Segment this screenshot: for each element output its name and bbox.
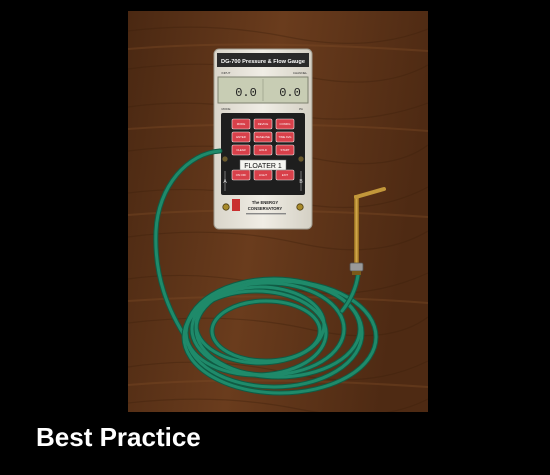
- port-b-fitting: [297, 155, 305, 163]
- key-label: START: [281, 148, 290, 152]
- keypad: MODE DEVICE CONFIG ENTER BASELINE TIME AVG CLE…: [231, 118, 295, 181]
- key-label: TIME AVG: [278, 135, 291, 139]
- key-label: ENTER: [236, 135, 245, 139]
- screw-bl: [222, 203, 230, 211]
- lcd-sub-left: MODE: [222, 107, 231, 111]
- pressure-gauge: DG-700 Pressure & Flow Gauge INPUT CHANN…: [213, 48, 313, 230]
- key-label: EXIT: [282, 173, 289, 177]
- photo: DG-700 Pressure & Flow Gauge INPUT CHANN…: [128, 11, 428, 412]
- key-label: LIGHT: [259, 173, 268, 177]
- key-label: CONFIG: [280, 122, 291, 126]
- slide: DG-700 Pressure & Flow Gauge INPUT CHANN…: [0, 0, 550, 475]
- port-a-fitting: [221, 155, 229, 163]
- lcd-reading-right: 0.0: [279, 86, 301, 100]
- label-strip: FLOATER 1: [244, 163, 282, 170]
- gauge-channel-b-header: CHANNEL: [293, 71, 308, 75]
- key-label: BASELINE: [256, 135, 270, 139]
- photo-illustration: DG-700 Pressure & Flow Gauge INPUT CHANN…: [128, 11, 428, 412]
- brand-line2: CONSERVATORY: [248, 206, 283, 211]
- lcd-reading-left: 0.0: [235, 86, 257, 100]
- brand-line1: The ENERGY: [252, 200, 278, 205]
- key-label: CLEAR: [236, 148, 245, 152]
- gauge-model-title: DG-700 Pressure & Flow Gauge: [221, 59, 305, 65]
- slide-caption: Best Practice: [36, 422, 201, 452]
- gauge-channel-a-header: INPUT: [222, 71, 231, 75]
- key-label: DEVICE: [258, 122, 269, 126]
- key-label: ON OFF: [236, 173, 247, 177]
- key-label: MODE: [237, 122, 246, 126]
- screw-br: [296, 203, 304, 211]
- lcd-sub-right: PA: [299, 107, 303, 111]
- key-label: HOLD: [259, 148, 267, 152]
